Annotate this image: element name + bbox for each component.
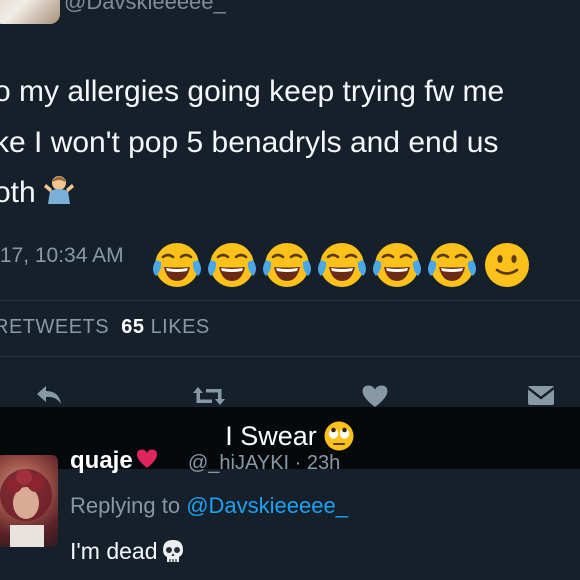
tweet-text-line-1: o my allergies going keep trying fw me [0,75,505,108]
divider-top [0,300,580,301]
reply-display-name[interactable]: quaje [70,447,159,475]
red-heart-icon [136,449,157,468]
likes-count[interactable]: 65 [121,316,144,338]
reply-avatar-photo [0,469,52,547]
face-with-tears-of-joy-icon [153,243,201,287]
tweet-text-line-3-text: oth [0,176,36,209]
reply-icon[interactable] [34,383,64,407]
face-with-tears-of-joy-icon [263,243,311,287]
retweet-icon[interactable] [190,383,228,409]
divider-bottom [0,356,580,357]
caption-text: I Swear [225,420,317,451]
reaction-emoji-row [152,240,532,290]
replying-to-mention[interactable]: @Davskieeeee_ [186,493,348,518]
person-shrugging-icon [43,176,74,204]
replying-to-line: Replying to @Davskieeeee_ [70,493,348,519]
reply-name-text: quaje [70,447,133,474]
reply-text: I'm dead [70,538,186,565]
tweet-stats: RETWEETS 65 LIKES [0,316,210,339]
face-with-rolling-eyes-icon [324,421,354,451]
face-with-tears-of-joy-icon [318,243,366,287]
face-with-tears-of-joy-icon [208,243,256,287]
reply-avatar[interactable] [0,455,58,547]
tweet-timestamp: /17, 10:34 AM [0,244,124,267]
reply-text-content: I'm dead [70,538,158,564]
author-avatar[interactable] [0,0,60,24]
slightly-smiling-face-icon [485,243,529,287]
likes-label[interactable]: LIKES [151,316,210,338]
face-with-tears-of-joy-icon [428,243,476,287]
face-with-tears-of-joy-icon [373,243,421,287]
dm-icon[interactable] [526,383,556,407]
replying-prefix: Replying to [70,493,181,518]
reply-handle-time[interactable]: @_hiJAYKI · 23h [188,452,340,475]
author-handle[interactable]: @Davskieeeee_ [64,0,226,15]
skull-icon [162,540,183,562]
retweets-label[interactable]: RETWEETS [0,316,109,338]
heart-icon[interactable] [360,383,390,409]
tweet-text-line-3: oth [0,173,76,213]
tweet-text-line-2: ke I won't pop 5 benadryls and end us [0,126,499,159]
